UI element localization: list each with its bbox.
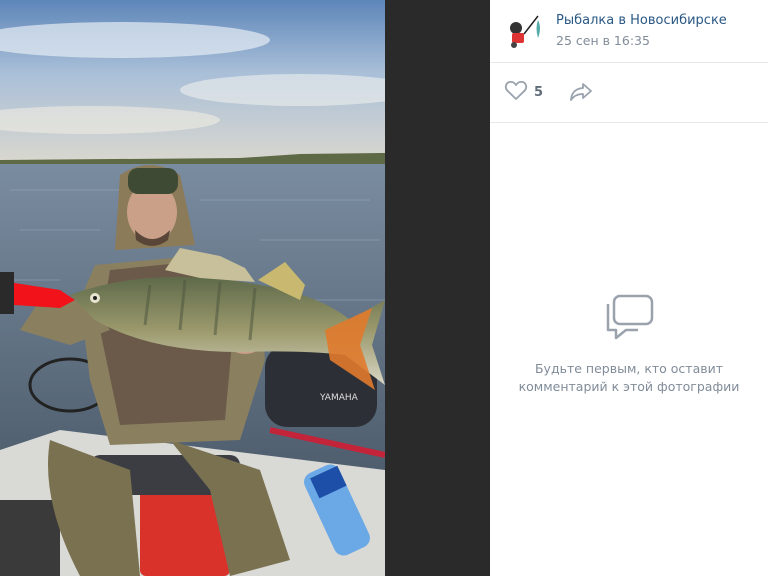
empty-comments-text: Будьте первым, кто оставит комментарий к…: [518, 361, 740, 394]
post-actions: 5: [490, 62, 768, 123]
photo-sidebar: Рыбалка в Новосибирске 25 сен в 16:35 5: [490, 0, 768, 576]
photo-viewer: YAMAHA: [0, 0, 490, 576]
post-photo[interactable]: YAMAHA: [0, 0, 385, 576]
share-arrow-icon: [568, 83, 594, 108]
heart-icon: [504, 79, 528, 105]
like-count: 5: [534, 84, 544, 100]
motor-brand: YAMAHA: [319, 393, 359, 403]
share-button[interactable]: [568, 80, 594, 104]
post-author-header: Рыбалка в Новосибирске 25 сен в 16:35: [490, 0, 768, 63]
community-avatar[interactable]: [504, 14, 544, 50]
community-name-link[interactable]: Рыбалка в Новосибирске: [556, 13, 727, 28]
comments-icon: [602, 290, 656, 342]
post-date[interactable]: 25 сен в 16:35: [556, 33, 650, 48]
empty-comments: Будьте первым, кто оставит комментарий к…: [490, 290, 768, 396]
like-button[interactable]: 5: [504, 80, 543, 104]
